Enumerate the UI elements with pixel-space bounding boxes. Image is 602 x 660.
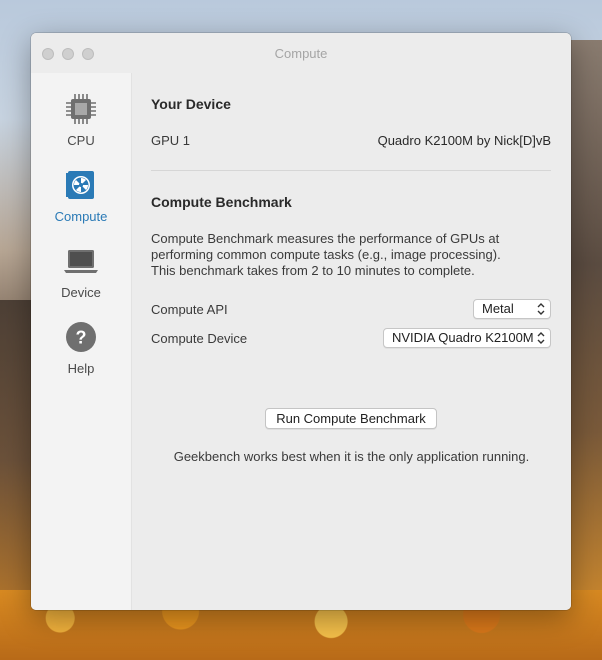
benchmark-note: Geekbench works best when it is the only… bbox=[173, 449, 530, 464]
gpu-label: GPU 1 bbox=[151, 133, 191, 148]
sidebar-item-compute[interactable]: Compute bbox=[31, 167, 131, 224]
sidebar-item-device[interactable]: Device bbox=[31, 243, 131, 300]
section-divider bbox=[151, 170, 551, 171]
gpu-card-icon bbox=[66, 171, 94, 199]
window-title: Compute bbox=[274, 46, 328, 61]
sidebar-item-label: Compute bbox=[54, 209, 108, 224]
cpu-chip-icon bbox=[66, 94, 96, 124]
compute-api-value: Metal bbox=[482, 301, 514, 316]
sidebar-item-label: CPU bbox=[67, 133, 95, 148]
sidebar-item-cpu[interactable]: CPU bbox=[31, 91, 131, 148]
help-question-icon: ? bbox=[66, 322, 96, 352]
sidebar-item-label: Device bbox=[61, 285, 101, 300]
compute-api-select[interactable]: Metal bbox=[473, 299, 551, 319]
compute-device-value: NVIDIA Quadro K2100M bbox=[392, 330, 534, 345]
stepper-chevron-icon bbox=[537, 332, 545, 344]
benchmark-description: Compute Benchmark measures the performan… bbox=[151, 231, 501, 278]
svg-text:?: ? bbox=[76, 328, 87, 348]
compute-device-select[interactable]: NVIDIA Quadro K2100M bbox=[383, 328, 551, 348]
compute-benchmark-heading: Compute Benchmark bbox=[151, 194, 292, 210]
sidebar-item-label: Help bbox=[67, 361, 95, 376]
compute-device-label: Compute Device bbox=[151, 331, 248, 346]
compute-window: Compute CPU Compute Device ? Help Your D… bbox=[31, 33, 571, 610]
your-device-heading: Your Device bbox=[151, 96, 231, 112]
stepper-chevron-icon bbox=[537, 303, 545, 315]
main-content: Your Device GPU 1 Quadro K2100M by Nick[… bbox=[132, 73, 571, 610]
gpu-value: Quadro K2100M by Nick[D]vB bbox=[377, 133, 551, 148]
run-compute-benchmark-button[interactable]: Run Compute Benchmark bbox=[265, 408, 437, 429]
compute-api-label: Compute API bbox=[151, 302, 228, 317]
laptop-icon bbox=[64, 250, 98, 273]
sidebar: CPU Compute Device ? Help bbox=[31, 73, 132, 610]
sidebar-item-help[interactable]: ? Help bbox=[31, 319, 131, 376]
title-bar[interactable]: Compute bbox=[31, 33, 571, 73]
